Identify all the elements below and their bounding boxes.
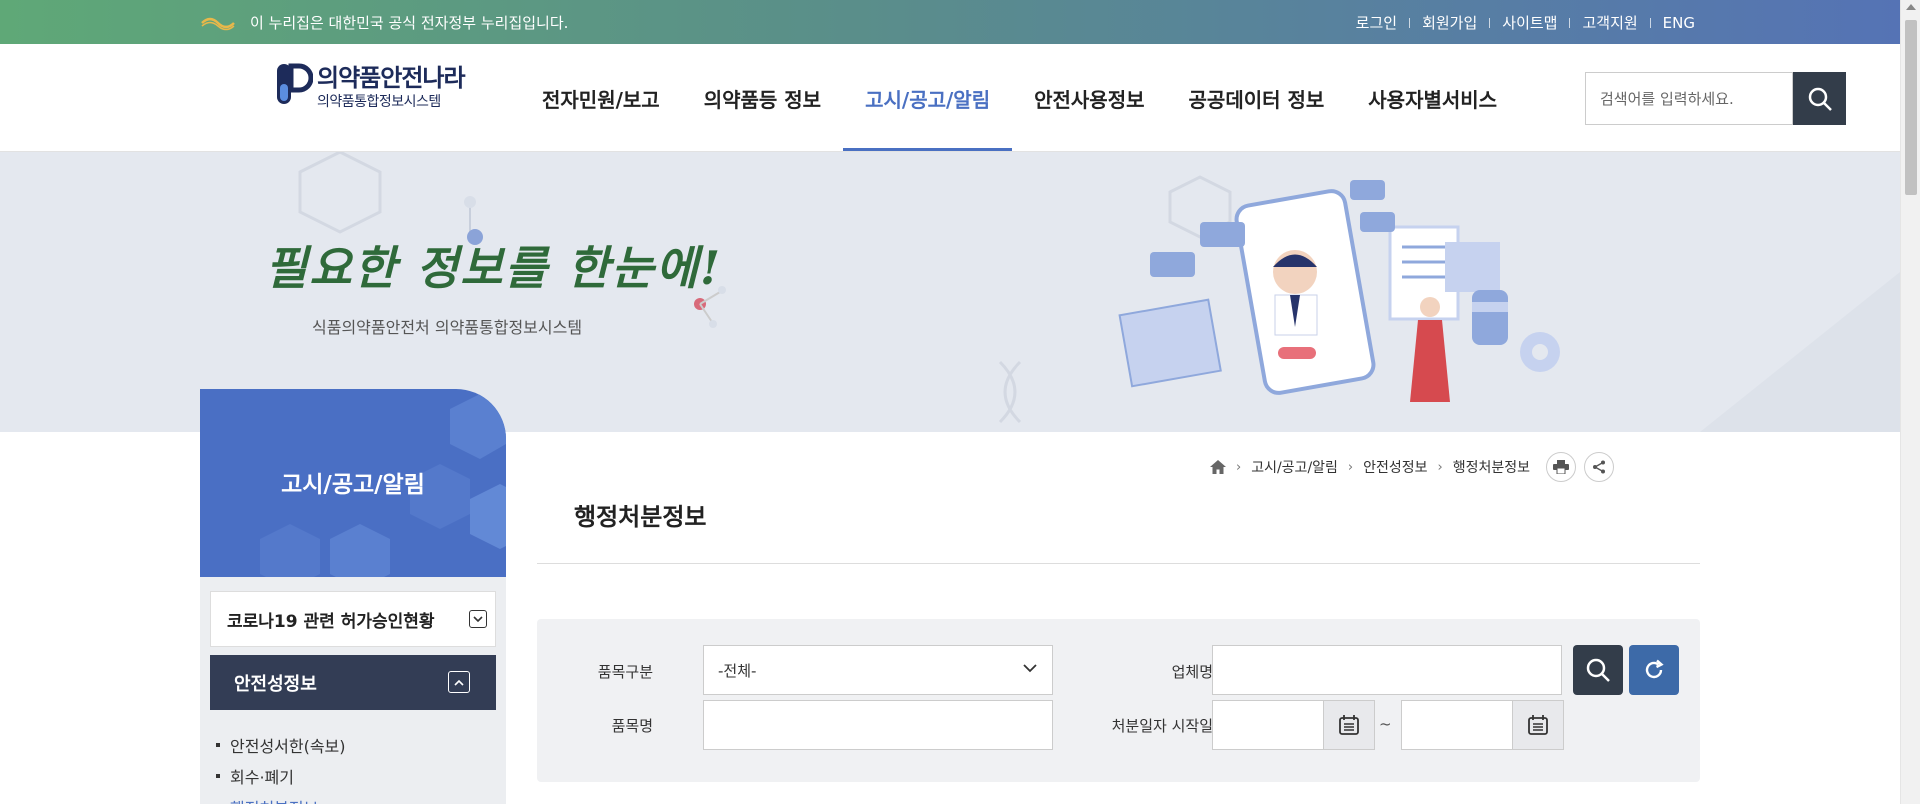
divider (1569, 17, 1571, 28)
breadcrumb-item[interactable]: 안전성정보 (1363, 457, 1427, 477)
sidebar-section-label: 안전성정보 (234, 673, 317, 695)
search-icon (1586, 658, 1610, 682)
scroll-up-arrow-icon[interactable] (1906, 4, 1916, 10)
site-header: 의약품안전나라 의약품통합정보시스템 전자민원/보고 의약품등 정보 고시/공고… (0, 44, 1900, 152)
nav-notices[interactable]: 고시/공고/알림 (843, 44, 1013, 151)
date-end-input[interactable] (1401, 700, 1513, 750)
print-icon (1553, 460, 1570, 474)
company-label: 업체명 (1171, 663, 1213, 681)
logo-subtitle: 의약품통합정보시스템 (317, 93, 441, 110)
chevron-down-icon (1023, 664, 1037, 673)
sidebar-submenu: 안전성서한(속보) 회수·폐기 행정처분정보 (214, 733, 494, 804)
divider (1649, 17, 1651, 28)
breadcrumb: › 고시/공고/알림 › 안전성정보 › 행정처분정보 (1210, 452, 1615, 482)
breadcrumb-current: 행정처분정보 (1452, 460, 1531, 476)
signup-link[interactable]: 회원가입 (1422, 12, 1477, 33)
chevron-up-icon (448, 671, 470, 693)
share-icon (1593, 460, 1606, 474)
date-range-separator: ~ (1379, 715, 1392, 733)
company-input[interactable] (1212, 645, 1562, 695)
item-type-value: -전체- (718, 661, 757, 680)
divider (537, 563, 1700, 564)
gov-emblem-icon (201, 17, 235, 30)
product-name-input[interactable] (703, 700, 1053, 750)
phone-doctor-illustration (1118, 180, 1560, 402)
breadcrumb-item[interactable]: 고시/공고/알림 (1251, 457, 1338, 477)
banner-subtitle: 식품의약품안전처 의약품통합정보시스템 (312, 318, 583, 337)
date-end-calendar-button[interactable] (1512, 700, 1564, 750)
gov-notice-bar: 이 누리집은 대한민국 공식 전자정부 누리집입니다. 로그인 회원가입 사이트… (0, 0, 1900, 44)
date-start-input[interactable] (1212, 700, 1324, 750)
product-name-label: 품목명 (611, 717, 653, 735)
refresh-icon (1645, 659, 1664, 679)
chevron-right-icon: › (1437, 459, 1443, 475)
page-title: 행정처분정보 (574, 503, 707, 531)
support-link[interactable]: 고객지원 (1582, 12, 1637, 33)
login-link[interactable]: 로그인 (1356, 12, 1397, 33)
filter-reset-button[interactable] (1629, 645, 1679, 695)
search-icon (1808, 87, 1832, 111)
divider (1489, 17, 1491, 28)
logo-title: 의약품안전나라 (317, 63, 466, 92)
sidebar-title: 고시/공고/알림 (281, 472, 425, 498)
calendar-icon (1528, 715, 1548, 735)
banner-headline: 필요한 정보를 한눈에! (265, 241, 723, 295)
divider (1409, 17, 1411, 28)
sidebar-menu: 코로나19 관련 허가승인현황 안전성정보 안전성서한(속보) 회수·폐기 행정… (200, 577, 506, 804)
item-type-select[interactable]: -전체- (703, 645, 1053, 695)
header-search (1585, 72, 1793, 125)
search-button[interactable] (1793, 72, 1846, 125)
chevron-right-icon: › (1347, 459, 1354, 475)
chevron-down-icon (469, 610, 487, 628)
pill-logo-icon (277, 63, 313, 104)
nav-drug-info[interactable]: 의약품등 정보 (682, 44, 843, 151)
chevron-right-icon: › (1236, 459, 1242, 475)
page-scrollbar[interactable] (1900, 0, 1920, 804)
date-start-calendar-button[interactable] (1323, 700, 1375, 750)
sidebar-section-safety[interactable]: 안전성정보 (210, 655, 496, 710)
item-type-label: 품목구분 (597, 663, 653, 681)
gov-notice-text: 이 누리집은 대한민국 공식 전자정부 누리집입니다. (250, 14, 569, 32)
share-button[interactable] (1584, 452, 1615, 482)
utility-links: 로그인 회원가입 사이트맵 고객지원 ENG (1356, 12, 1695, 33)
nav-safe-use[interactable]: 안전사용정보 (1012, 44, 1166, 151)
scrollbar-thumb[interactable] (1905, 20, 1917, 195)
home-icon[interactable] (1210, 460, 1226, 474)
nav-user-services[interactable]: 사용자별서비스 (1346, 44, 1519, 151)
sitemap-link[interactable]: 사이트맵 (1502, 12, 1557, 33)
nav-e-petition[interactable]: 전자민원/보고 (520, 44, 682, 151)
date-start-label: 처분일자 시작일 (1111, 717, 1213, 735)
sidebar-dropdown[interactable]: 코로나19 관련 허가승인현황 (210, 591, 496, 647)
sidebar-dropdown-label: 코로나19 관련 허가승인현황 (227, 611, 435, 632)
sidebar-item-safety-letter[interactable]: 안전성서한(속보) (214, 733, 494, 764)
calendar-icon (1339, 715, 1359, 735)
english-link[interactable]: ENG (1663, 14, 1695, 32)
sidebar-header: 고시/공고/알림 (200, 389, 506, 577)
filter-search-button[interactable] (1573, 645, 1623, 695)
main-nav: 전자민원/보고 의약품등 정보 고시/공고/알림 안전사용정보 공공데이터 정보… (520, 44, 1519, 151)
search-filter-panel: 품목구분 -전체- 업체명 품목명 처분일자 시작일 ~ (537, 619, 1700, 782)
sidebar-item-admin-action[interactable]: 행정처분정보 (214, 795, 494, 804)
sidebar-item-recall[interactable]: 회수·폐기 (214, 764, 494, 795)
gov-notice: 이 누리집은 대한민국 공식 전자정부 누리집입니다. (200, 12, 568, 33)
search-input[interactable] (1586, 73, 1792, 124)
nav-public-data[interactable]: 공공데이터 정보 (1167, 44, 1347, 151)
print-button[interactable] (1546, 452, 1577, 482)
site-logo[interactable]: 의약품안전나라 의약품통합정보시스템 (273, 56, 466, 112)
